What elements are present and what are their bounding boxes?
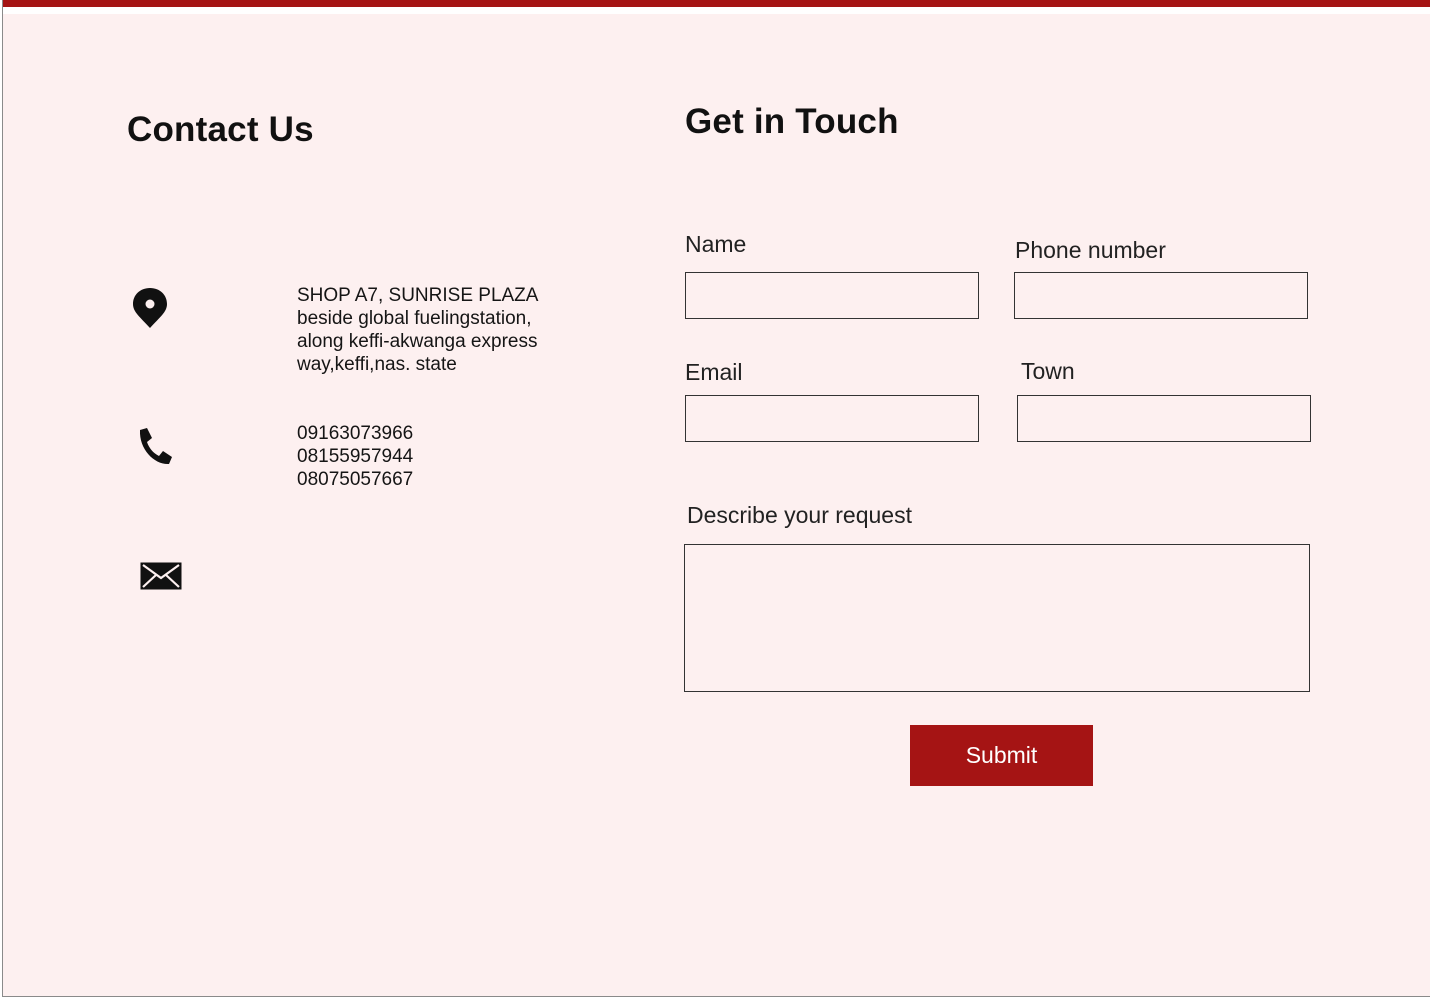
email-label: Email bbox=[685, 359, 743, 385]
location-pin-icon bbox=[131, 287, 169, 329]
phone-icon bbox=[135, 426, 173, 466]
mail-icon bbox=[139, 561, 183, 591]
submit-button[interactable]: Submit bbox=[910, 725, 1093, 786]
name-input[interactable] bbox=[685, 272, 979, 319]
phone-numbers: 09163073966 08155957944 08075057667 bbox=[297, 422, 413, 491]
phone-number: 09163073966 bbox=[297, 423, 414, 444]
address-line: way,keffi,nas. state bbox=[297, 354, 457, 375]
town-label: Town bbox=[1021, 358, 1075, 384]
phone-number: 08075057667 bbox=[297, 469, 414, 490]
phone-number-label: Phone number bbox=[1015, 237, 1166, 263]
request-textarea[interactable] bbox=[684, 544, 1310, 692]
phone-number-input[interactable] bbox=[1014, 272, 1308, 319]
name-label: Name bbox=[685, 231, 747, 257]
email-input[interactable] bbox=[685, 395, 979, 442]
address-line: beside global fuelingstation, bbox=[297, 308, 532, 329]
contact-us-title: Contact Us bbox=[127, 110, 314, 149]
town-input[interactable] bbox=[1017, 395, 1311, 442]
phone-number: 08155957944 bbox=[297, 446, 414, 467]
top-bar-divider bbox=[3, 7, 1430, 14]
address-text: SHOP A7, SUNRISE PLAZA beside global fue… bbox=[297, 284, 538, 376]
request-label: Describe your request bbox=[687, 502, 912, 528]
get-in-touch-title: Get in Touch bbox=[685, 102, 899, 141]
address-line: SHOP A7, SUNRISE PLAZA bbox=[297, 285, 539, 306]
top-accent-bar bbox=[3, 0, 1430, 7]
address-line: along keffi-akwanga express bbox=[297, 331, 538, 352]
contact-page: Contact Us SHOP A7, SUNRISE PLAZA beside… bbox=[2, 0, 1430, 997]
